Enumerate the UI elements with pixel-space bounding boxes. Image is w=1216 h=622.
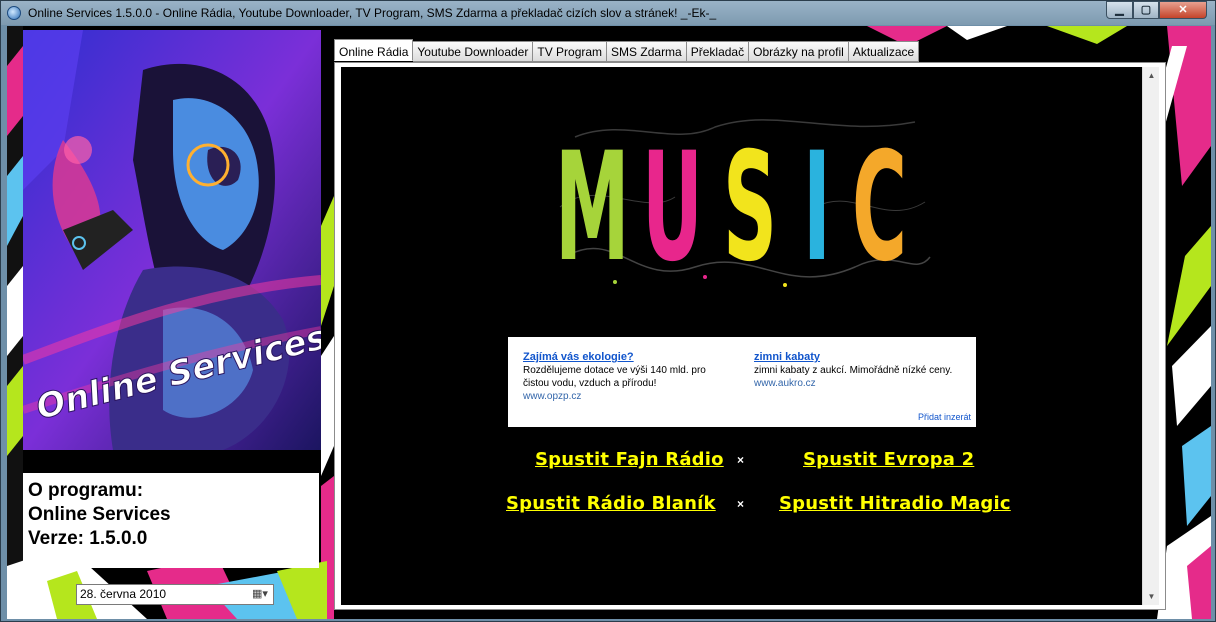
ad-banner: Zajímá vás ekologie? Rozdělujeme dotace …	[508, 337, 976, 427]
about-version: Verze: 1.5.0.0	[28, 528, 148, 549]
separator-2: ×	[737, 497, 745, 511]
ad-left: Zajímá vás ekologie? Rozdělujeme dotace …	[523, 351, 723, 403]
music-letter-m: M	[555, 120, 630, 295]
tab-aktualizace[interactable]: Aktualizace	[848, 41, 920, 62]
separator-1: ×	[737, 453, 745, 467]
date-value: 28. června 2010	[80, 587, 167, 601]
online-services-artwork: Online Services	[23, 30, 321, 450]
about-heading: O programu:	[28, 480, 144, 501]
tab-online-radia[interactable]: Online Rádia	[334, 39, 414, 61]
calendar-dropdown-icon[interactable]: ▦▾	[252, 587, 270, 602]
scroll-up-icon[interactable]: ▲	[1143, 67, 1160, 84]
music-graphic: M U S I C	[555, 107, 935, 297]
window-title: Online Services 1.5.0.0 - Online Rádia, …	[28, 6, 717, 20]
ad-right-text: zimni kabaty z aukcí. Mimořádně nízké ce…	[754, 365, 953, 376]
tab-panel: M U S I C Zajímá vás ekologie? Rozděluje…	[334, 62, 1166, 610]
web-view[interactable]: M U S I C Zajímá vás ekologie? Rozděluje…	[341, 67, 1142, 605]
radio-evropa2-link[interactable]: Spustit Evropa 2	[803, 449, 974, 470]
ad-left-url[interactable]: www.opzp.cz	[523, 390, 723, 403]
main-window: Online Services 1.5.0.0 - Online Rádia, …	[0, 0, 1216, 622]
tab-obrazky-na-profil[interactable]: Obrázky na profil	[749, 41, 849, 62]
client-area: Online Services O programu: Online Servi…	[7, 26, 1211, 619]
date-picker[interactable]: 28. června 2010 ▦▾	[76, 584, 274, 605]
about-box: O programu: Online Services Verze: 1.5.0…	[23, 473, 319, 568]
radio-blanik-link[interactable]: Spustit Rádio Blaník	[506, 493, 716, 514]
title-bar[interactable]: Online Services 1.5.0.0 - Online Rádia, …	[1, 1, 1215, 25]
close-button[interactable]: ✕	[1159, 1, 1207, 19]
tab-prekladac[interactable]: Překladač	[686, 41, 750, 62]
app-icon[interactable]	[7, 6, 21, 20]
music-letter-c: C	[852, 120, 907, 295]
tab-strip: Online Rádia Youtube Downloader TV Progr…	[334, 39, 920, 62]
ad-add-link[interactable]: Přidat inzerát	[918, 412, 971, 422]
scroll-down-icon[interactable]: ▼	[1143, 588, 1160, 605]
ad-left-title[interactable]: Zajímá vás ekologie?	[523, 351, 723, 364]
tab-sms-zdarma[interactable]: SMS Zdarma	[607, 41, 687, 62]
minimize-button[interactable]: ▁	[1106, 1, 1133, 19]
vertical-scrollbar[interactable]: ▲ ▼	[1142, 67, 1159, 605]
music-letter-s: S	[723, 120, 777, 295]
tab-youtube-downloader[interactable]: Youtube Downloader	[413, 41, 534, 62]
ad-left-text: Rozdělujeme dotace ve výši 140 mld. pro …	[523, 365, 706, 389]
ad-right-url[interactable]: www.aukro.cz	[754, 377, 954, 390]
music-letter-u: U	[642, 120, 703, 295]
music-letter-i: I	[803, 120, 831, 295]
about-app-name: Online Services	[28, 504, 171, 525]
radio-fajn-link[interactable]: Spustit Fajn Rádio	[535, 449, 724, 470]
ad-right: zimni kabaty zimni kabaty z aukcí. Mimoř…	[754, 351, 954, 390]
radio-hitradio-link[interactable]: Spustit Hitradio Magic	[779, 493, 1011, 514]
tab-tv-program[interactable]: TV Program	[533, 41, 608, 62]
ad-right-title[interactable]: zimni kabaty	[754, 351, 954, 364]
maximize-button[interactable]: ▢	[1133, 1, 1159, 19]
